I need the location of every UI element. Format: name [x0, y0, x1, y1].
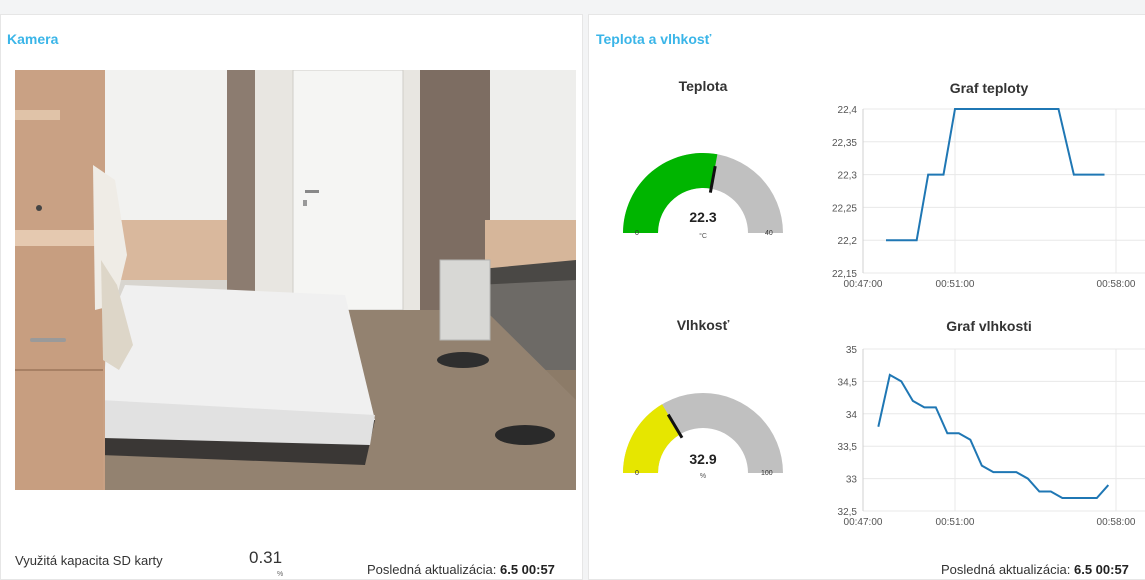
camera-card: Kamera Využitá kapacita SD karty 0.31 % … [0, 14, 583, 580]
temp-chart: 22,15 22,2 22,25 22,3 22,35 22,4 00:47:00 00:51… [819, 103, 1145, 293]
temp-gauge-min: 0 [635, 230, 639, 237]
environment-card-title: Teplota a vlhkosť [596, 31, 712, 47]
camera-last-update: Posledná aktualizácia: 6.5 00:57 [367, 562, 555, 577]
temp-gauge-unit: °C [699, 233, 707, 240]
hum-chart-series-line [877, 373, 1110, 500]
camera-card-title: Kamera [7, 31, 59, 47]
hum-chart-title: Graf vlhkosti [946, 318, 1032, 334]
hum-gauge: 32.9 % 0 100 [621, 385, 785, 485]
temp-gauge-title: Teplota [678, 78, 728, 94]
temp-chart-title: Graf teploty [949, 80, 1029, 96]
hum-chart-y-tick-label: 34 [846, 410, 858, 421]
temp-gauge: 22.3 °C 0 40 [621, 145, 785, 245]
camera-feed-image [15, 70, 576, 490]
temp-chart-y-tick-label: 22,25 [832, 203, 857, 214]
temp-chart-x-tick-label: 00:47:00 [844, 279, 883, 290]
hum-gauge-value: 32.9 [689, 451, 717, 467]
sd-capacity-unit: % [277, 571, 284, 578]
env-last-update-value: 6.5 00:57 [1073, 562, 1129, 577]
hum-gauge-title: Vlhkosť [676, 317, 730, 333]
camera-last-update-label: Posledná aktualizácia: [367, 562, 500, 577]
camera-last-update-value: 6.5 00:57 [499, 562, 555, 577]
hum-gauge-max: 100 [761, 470, 773, 477]
temp-chart-x-tick-label: 00:58:00 [1097, 279, 1136, 290]
temp-chart-y-tick-label: 22,4 [838, 105, 858, 116]
env-last-update-label: Posledná aktualizácia: [941, 562, 1074, 577]
sd-capacity-label: Využitá kapacita SD karty [15, 553, 163, 568]
hum-chart-y-tick-label: 33 [846, 475, 858, 486]
hum-chart-x-tick-label: 00:47:00 [844, 517, 883, 528]
sd-capacity-value: 0.31 [249, 548, 283, 567]
hum-chart: 32,5 33 33,5 34 34,5 35 00:47:00 00:51:00 00:58:… [819, 343, 1145, 543]
env-last-update: Posledná aktualizácia: 6.5 00:57 [941, 562, 1129, 577]
temp-chart-y-tick-label: 22,35 [832, 138, 857, 149]
temp-chart-x-tick-label: 00:51:00 [936, 279, 975, 290]
environment-card: Teplota a vlhkosť Teplota 22.3 °C 0 40 V… [588, 14, 1145, 580]
temp-gauge-value: 22.3 [689, 209, 717, 225]
hum-gauge-min: 0 [635, 470, 639, 477]
temp-chart-y-tick-label: 22,3 [838, 171, 858, 182]
hum-chart-y-tick-label: 33,5 [838, 442, 858, 453]
hum-chart-x-tick-label: 00:58:00 [1097, 517, 1136, 528]
hum-chart-x-tick-label: 00:51:00 [936, 517, 975, 528]
hum-chart-y-tick-label: 35 [846, 345, 858, 356]
temp-gauge-max: 40 [765, 230, 773, 237]
hum-chart-y-tick-label: 34,5 [838, 377, 858, 388]
temp-chart-y-tick-label: 22,2 [838, 236, 858, 247]
